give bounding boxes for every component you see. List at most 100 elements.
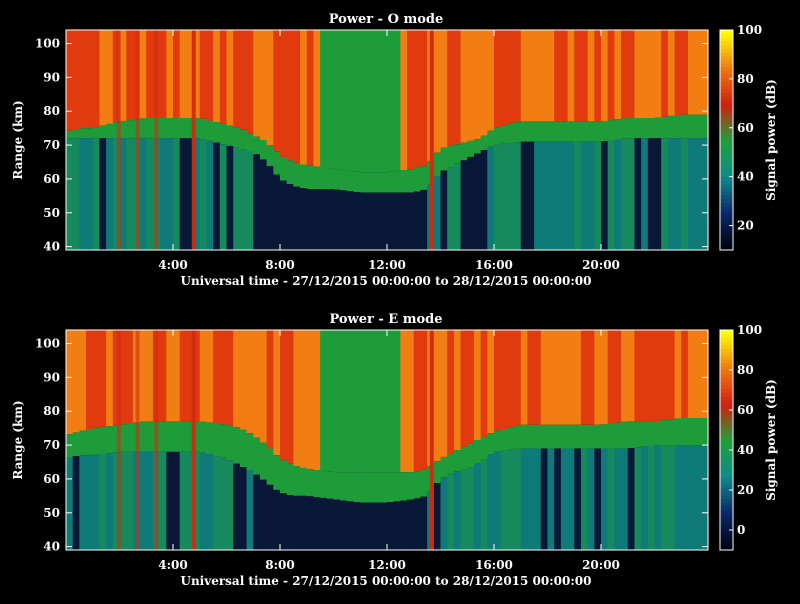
heatmap-cell-upper (634, 330, 642, 422)
heatmap-cell-lower (547, 448, 555, 550)
heatmap-cell-band (473, 139, 482, 154)
heatmap-cell-band (453, 144, 462, 164)
colorbar-segment (720, 535, 733, 540)
heatmap-cell-band (574, 424, 582, 449)
heatmap-cell-upper (601, 30, 609, 121)
colorbar-segment (720, 370, 733, 375)
colorbar-label: Signal power (dB) (764, 379, 778, 501)
colorbar-segment (720, 92, 733, 97)
colorbar-segment (720, 143, 733, 148)
heatmap-cell-upper (440, 330, 448, 457)
heatmap-cell-upper (179, 30, 187, 118)
colorbar-segment (720, 513, 733, 518)
heatmap (66, 30, 709, 250)
heatmap-cell-band (647, 118, 656, 139)
heatmap-cell-lower (333, 499, 341, 550)
heatmap-cell-upper (674, 330, 682, 419)
heatmap-cell-band (667, 115, 676, 139)
colorbar-segment (720, 154, 733, 159)
heatmap-cell-upper (173, 30, 181, 118)
heatmap-cell-lower (159, 451, 167, 550)
heatmap-cell-upper (146, 30, 154, 118)
heatmap-cell-upper (380, 330, 388, 473)
heatmap-cell-lower (326, 498, 335, 550)
heatmap-cell-upper (393, 30, 401, 171)
colorbar-segment (720, 59, 733, 64)
heatmap-cell-upper (534, 30, 542, 122)
heatmap-cell-upper (259, 330, 268, 443)
heatmap-cell-band (280, 460, 288, 494)
colorbar-segment (720, 176, 733, 181)
heatmap-cell-band (293, 466, 301, 496)
heatmap-cell-band (507, 427, 515, 450)
colorbar-segment (720, 407, 733, 412)
heatmap-cell-band (233, 427, 241, 464)
heatmap-cell-lower (614, 448, 622, 550)
colorbar-segment (720, 37, 733, 42)
heatmap-cell-lower (413, 498, 422, 550)
heatmap-cell-upper (387, 330, 395, 473)
y-tick-label: 60 (43, 172, 60, 186)
heatmap-cell-upper (106, 330, 114, 427)
heatmap-cell-band (634, 118, 642, 139)
colorbar-segment (720, 66, 733, 71)
heatmap-cell-band (146, 421, 154, 452)
heatmap-cell-band (587, 424, 595, 449)
heatmap-cell-lower (239, 467, 248, 550)
heatmap-cell-lower (587, 448, 595, 550)
heatmap-cell-lower (159, 138, 167, 250)
heatmap-cell-upper (360, 30, 368, 173)
heatmap-cell-upper (92, 30, 101, 128)
heatmap-cell-band (340, 472, 348, 501)
heatmap-cell-lower (560, 141, 569, 250)
heatmap-cell-upper (674, 30, 682, 116)
heatmap-cell-lower (320, 189, 328, 250)
heatmap-cell-lower (179, 138, 187, 250)
heatmap-cell-band (380, 172, 388, 193)
colorbar-segment (720, 498, 733, 503)
heatmap-streak (154, 330, 159, 550)
heatmap-cell-lower (266, 484, 274, 550)
heatmap-cell-upper (534, 330, 542, 425)
heatmap-cell-lower (280, 180, 288, 250)
heatmap-cell-band (520, 121, 529, 142)
heatmap-cell-band (594, 424, 602, 449)
heatmap-cell-lower (79, 138, 87, 250)
heatmap-cell-lower (507, 449, 515, 550)
colorbar-segment (720, 48, 733, 53)
heatmap-cell-band (253, 136, 261, 155)
heatmap-cell-band (206, 120, 214, 141)
heatmap-cell-upper (326, 30, 335, 169)
colorbar-segment (720, 392, 733, 397)
heatmap-cell-band (266, 145, 274, 167)
heatmap-cell-band (407, 472, 415, 500)
heatmap-cell-lower (106, 453, 114, 550)
heatmap-cell-band (400, 472, 408, 501)
heatmap-cell-band (293, 162, 301, 187)
heatmap-cell-lower (494, 451, 502, 550)
heatmap-cell-upper (687, 330, 696, 418)
colorbar-segment (720, 55, 733, 60)
heatmap-cell-upper (567, 30, 575, 122)
heatmap-cell-band (79, 430, 87, 456)
colorbar-segment (720, 121, 733, 126)
heatmap-cell-upper (387, 30, 395, 172)
colorbar-segment (720, 220, 733, 225)
heatmap-cell-upper (139, 330, 147, 422)
heatmap-cell-lower (86, 138, 94, 250)
heatmap-cell-band (280, 156, 288, 181)
heatmap-cell-lower (266, 166, 274, 250)
heatmap-cell-upper (594, 30, 602, 122)
heatmap-cell-upper (266, 330, 274, 449)
heatmap-cell-lower (387, 192, 395, 250)
heatmap-cell-lower (99, 453, 107, 550)
heatmap-cell-band (433, 461, 442, 484)
colorbar-segment (720, 542, 733, 547)
heatmap-cell-upper (661, 330, 669, 421)
heatmap-cell-band (259, 140, 268, 160)
heatmap-cell-band (393, 472, 401, 502)
heatmap-cell-upper (547, 30, 555, 122)
heatmap-cell-lower (594, 141, 602, 250)
y-axis-label: Range (km) (11, 400, 25, 479)
e-mode-panel: Power - E mode Range (km) Universal time… (0, 300, 800, 600)
